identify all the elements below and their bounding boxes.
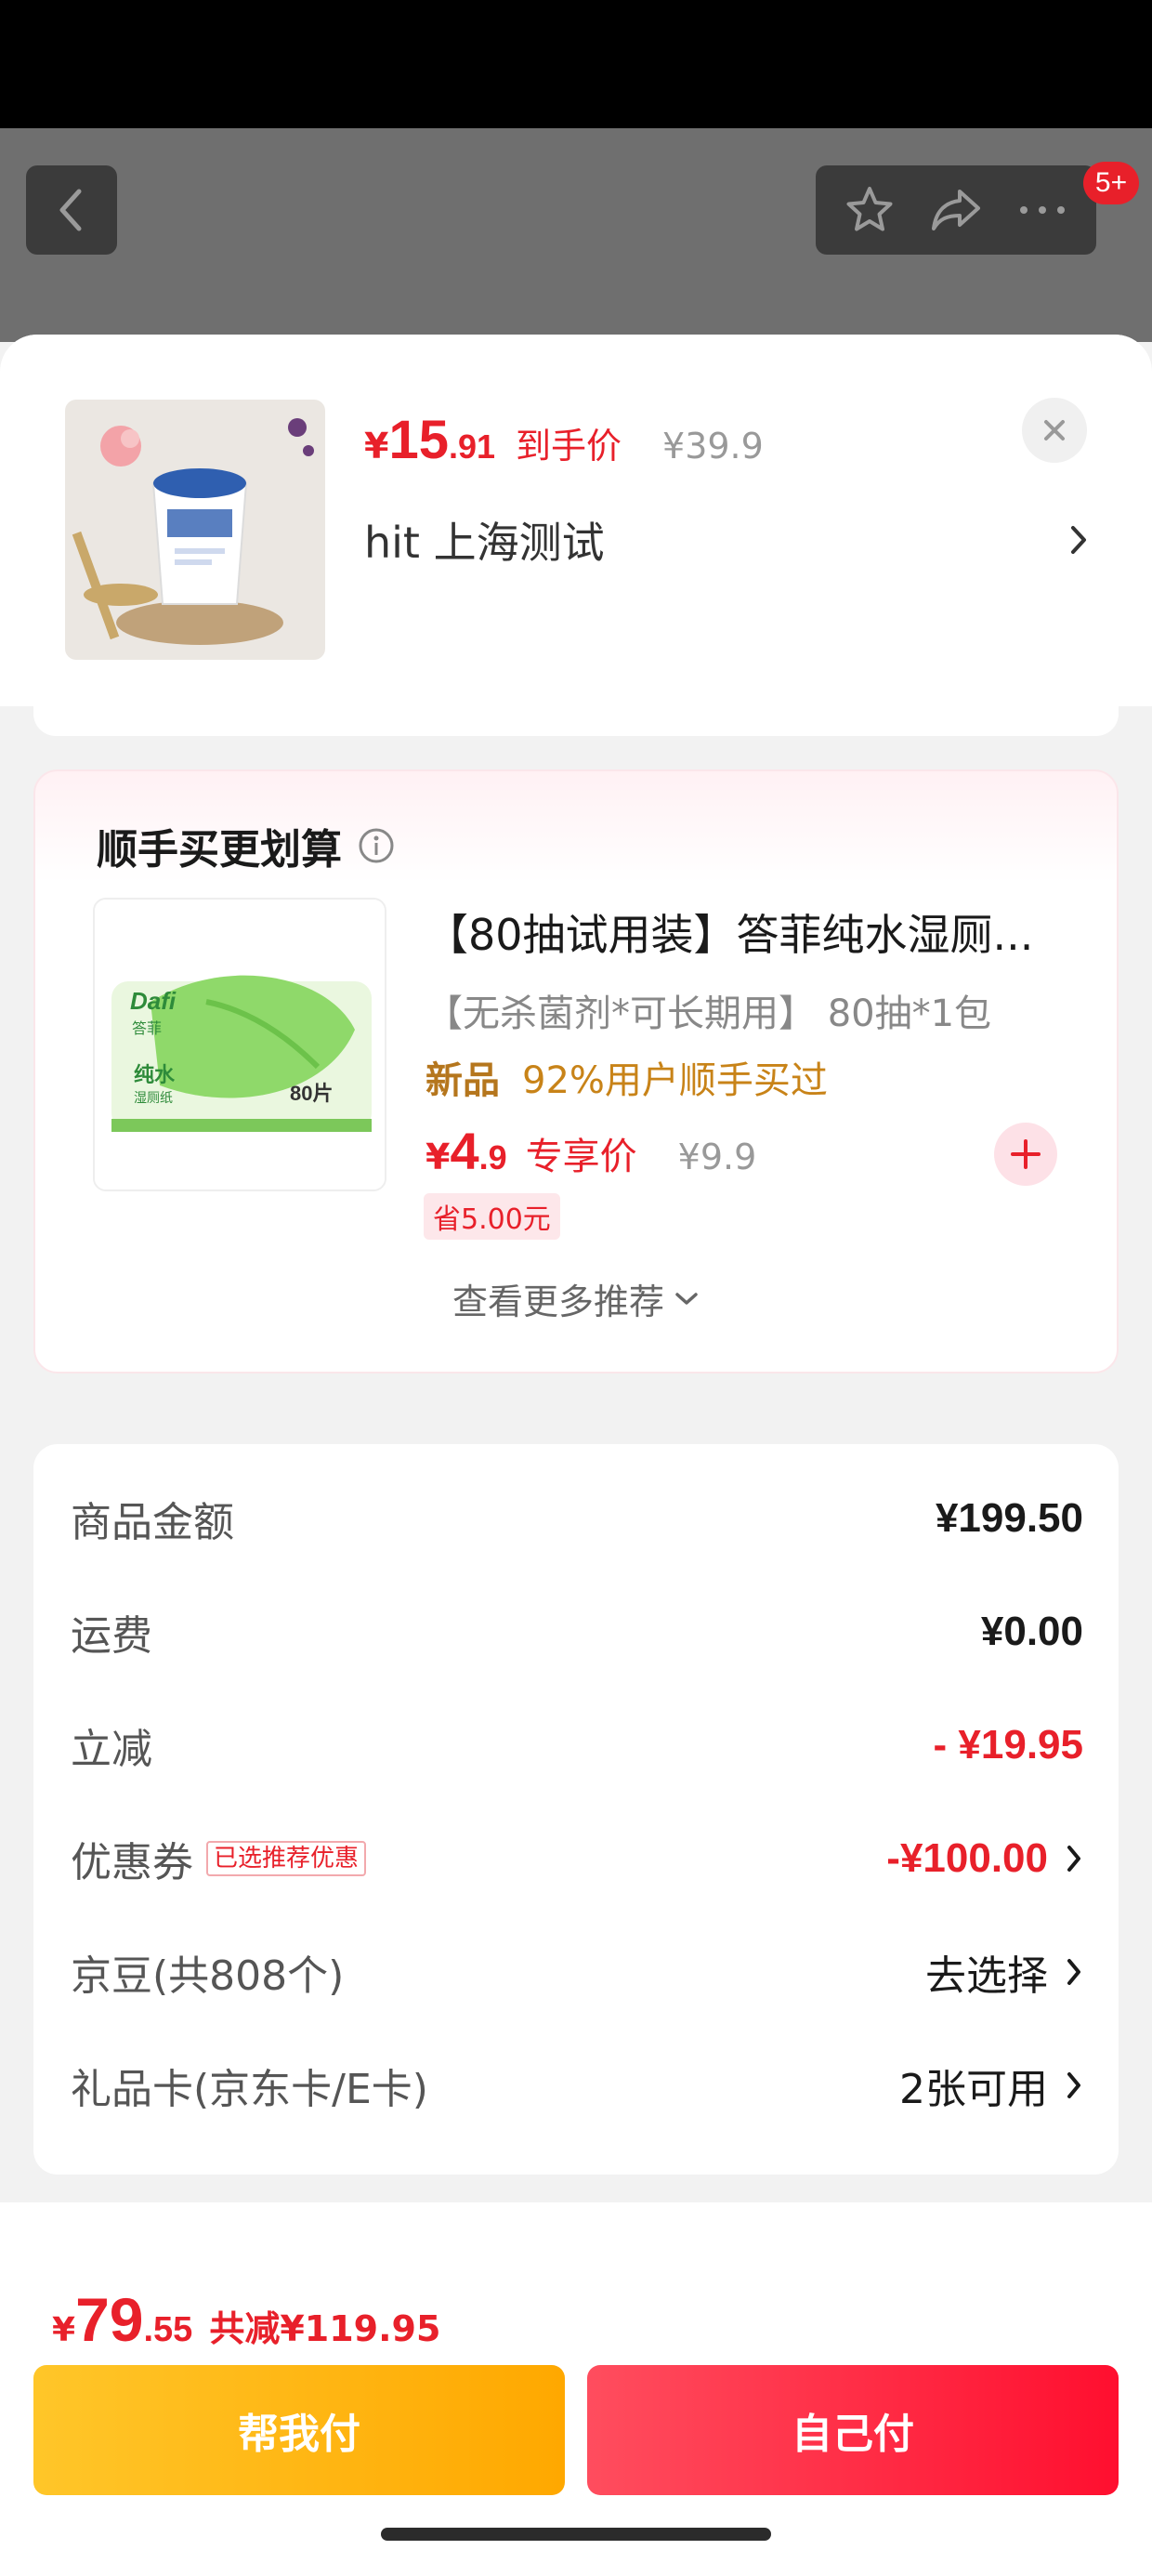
recommendation-title: 顺手买更划算 (97, 816, 396, 875)
giftcard-label: 礼品卡(京东卡/E卡) (71, 2066, 428, 2113)
close-button[interactable] (1022, 398, 1087, 463)
total-integer: 79 (75, 2285, 144, 2354)
jingdou-label: 京豆(共808个) (71, 1952, 345, 2000)
coupon-label: 优惠券 (71, 1839, 193, 1886)
recommendation-price: ¥ 4 .9 专享价 ¥9.9 (425, 1121, 756, 1181)
currency-symbol: ¥ (425, 1137, 451, 1177)
recommendation-image[interactable]: Dafi 答菲 纯水 湿厕纸 80片 (93, 898, 386, 1191)
svg-text:Dafi: Dafi (130, 987, 177, 1015)
summary-row-coupon[interactable]: 优惠券 已选推荐优惠 -¥100.00 (71, 1821, 1083, 1896)
discount-value: - ¥19.95 (933, 1722, 1083, 1768)
more-dots-icon (1019, 206, 1065, 214)
notification-badge: 5+ (1083, 162, 1139, 204)
checkout-bar: ¥ 79 .55 共减¥119.95 帮我付 自己付 (0, 2202, 1152, 2576)
coupon-value-group: -¥100.00 (886, 1835, 1083, 1882)
chevron-right-icon (1065, 1843, 1083, 1874)
save-tag: 省5.00元 (424, 1193, 560, 1240)
shipping-value: ¥0.00 (980, 1609, 1083, 1654)
svg-text:80片: 80片 (290, 1082, 333, 1105)
price-integer: 4 (450, 1122, 479, 1180)
summary-row-jingdou[interactable]: 京豆(共808个) 去选择 (71, 1935, 1083, 2009)
recommendation-title-text: 顺手买更划算 (97, 826, 342, 874)
chevron-right-icon (1065, 1956, 1083, 1988)
giftcard-value-group: 2张可用 (899, 2056, 1083, 2115)
total-decimal: .55 (143, 2310, 193, 2349)
coupon-recommend-chip: 已选推荐优惠 (206, 1841, 367, 1876)
jingdou-value-group: 去选择 (925, 1942, 1083, 2002)
discount-label: 立减 (71, 1726, 152, 1773)
summary-row-discount: 立减 - ¥19.95 (71, 1708, 1083, 1782)
product-price: ¥ 15 .91 到手价 ¥39.9 (364, 409, 764, 471)
shop-name: hit 上海测试 (364, 518, 605, 568)
coupon-label-group: 优惠券 已选推荐优惠 (71, 1829, 367, 1888)
chevron-left-icon (59, 189, 82, 231)
jingdou-value: 去选择 (925, 1952, 1048, 2000)
shipping-label: 运费 (71, 1612, 152, 1660)
more-button[interactable] (1005, 173, 1080, 247)
recommendation-card: 顺手买更划算 Dafi 答菲 纯水 湿厕纸 80片 【80抽试用装】答菲纯水湿厕… (33, 769, 1119, 1373)
header-toolbar (816, 165, 1096, 255)
home-indicator (381, 2528, 771, 2541)
goods-amount-value: ¥199.50 (935, 1495, 1083, 1541)
share-button[interactable] (919, 173, 993, 247)
svg-text:纯水: 纯水 (134, 1063, 176, 1087)
divider-card (33, 699, 1119, 736)
recommendation-tags: 新品 92%用户顺手买过 (425, 1050, 828, 1104)
price-decimal: .9 (478, 1138, 507, 1176)
summary-row-giftcard[interactable]: 礼品卡(京东卡/E卡) 2张可用 (71, 2048, 1083, 2123)
deal-price-label: 到手价 (516, 426, 622, 467)
currency-symbol: ¥ (52, 2311, 76, 2349)
svg-text:湿厕纸: 湿厕纸 (134, 1091, 173, 1106)
exclusive-price-label: 专享价 (525, 1136, 637, 1178)
info-icon[interactable] (357, 826, 396, 865)
summary-row-shipping: 运费 ¥0.00 (71, 1595, 1083, 1669)
currency-symbol: ¥ (364, 426, 389, 467)
close-icon (1044, 420, 1065, 440)
goods-amount-label: 商品金额 (71, 1499, 234, 1546)
total-saved: 共减¥119.95 (209, 2308, 441, 2349)
recommendation-name[interactable]: 【80抽试用装】答菲纯水湿厕... (425, 901, 1094, 963)
chevron-right-icon (1071, 526, 1086, 554)
original-price: ¥39.9 (662, 426, 764, 467)
back-button[interactable] (26, 165, 117, 255)
price-decimal: .91 (448, 427, 496, 466)
shop-row[interactable]: hit 上海测试 (364, 509, 1089, 571)
share-icon (931, 190, 980, 230)
svg-text:答菲: 答菲 (132, 1019, 162, 1037)
self-pay-button[interactable]: 自己付 (587, 2365, 1119, 2495)
product-image (65, 400, 325, 660)
popularity-tag: 92%用户顺手买过 (522, 1059, 828, 1102)
giftcard-value: 2张可用 (899, 2066, 1048, 2113)
status-bar (0, 0, 1152, 128)
order-summary-card: 商品金额 ¥199.50 运费 ¥0.00 立减 - ¥19.95 优惠券 已选… (33, 1444, 1119, 2175)
original-price: ¥9.9 (677, 1137, 757, 1177)
help-pay-button[interactable]: 帮我付 (33, 2365, 565, 2495)
product-card: ¥ 15 .91 到手价 ¥39.9 hit 上海测试 (0, 335, 1152, 706)
plus-icon (1011, 1139, 1041, 1169)
favorite-button[interactable] (832, 173, 907, 247)
add-to-cart-button[interactable] (994, 1123, 1057, 1186)
checkout-sheet: ¥ 15 .91 到手价 ¥39.9 hit 上海测试 顺手买更划算 Dafi … (0, 335, 1152, 2576)
summary-row-goods: 商品金额 ¥199.50 (71, 1481, 1083, 1556)
price-integer: 15 (388, 410, 449, 470)
coupon-value: -¥100.00 (886, 1835, 1048, 1881)
total-price: ¥ 79 .55 共减¥119.95 (52, 2284, 440, 2355)
chevron-down-icon (675, 1292, 698, 1305)
recommendation-subtitle: 【无杀菌剂*可长期用】 80抽*1包 (425, 992, 992, 1035)
view-more-button[interactable]: 查看更多推荐 (35, 1273, 1117, 1324)
new-tag: 新品 (425, 1059, 500, 1102)
star-icon (846, 187, 893, 231)
chevron-right-icon (1065, 2070, 1083, 2101)
view-more-label: 查看更多推荐 (452, 1281, 664, 1322)
